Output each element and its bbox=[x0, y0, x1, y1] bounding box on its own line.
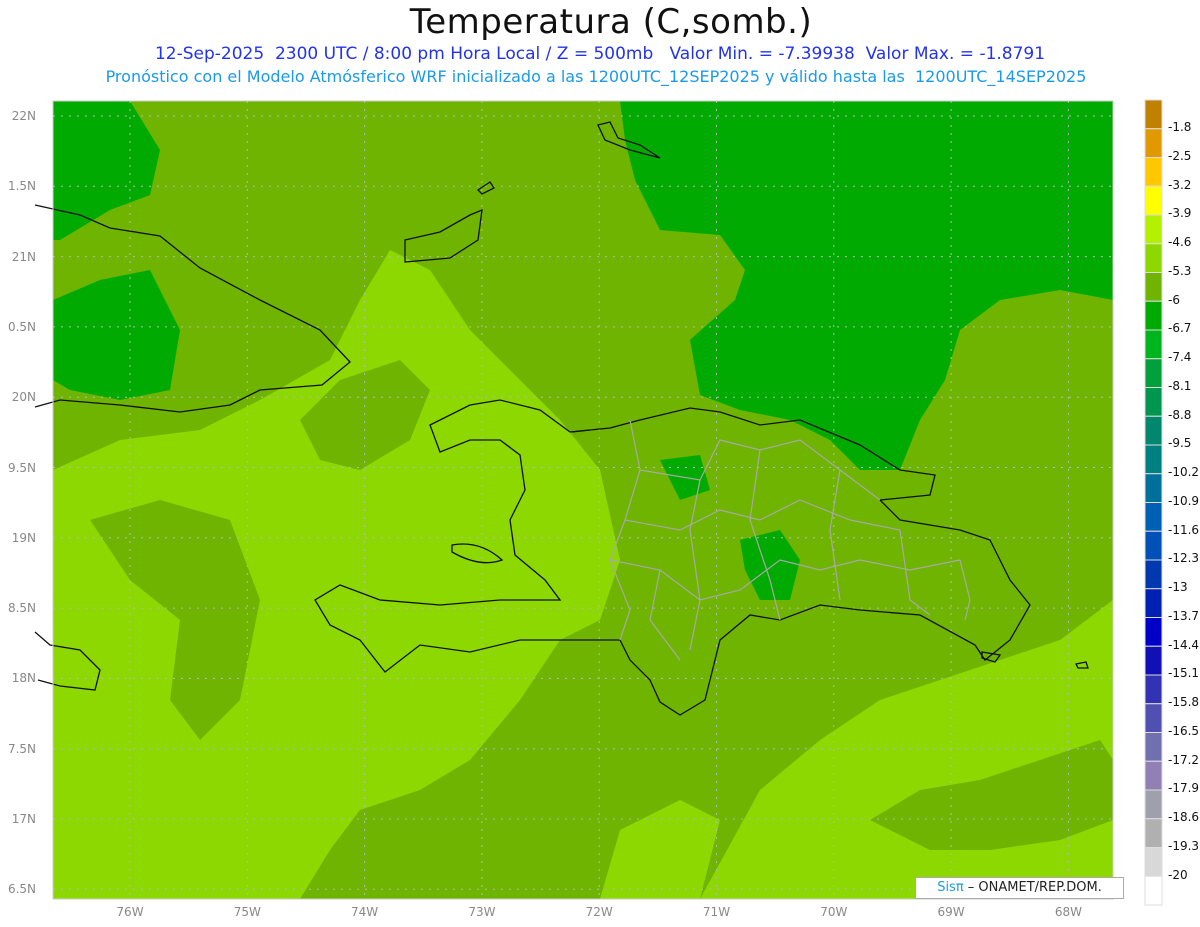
colorbar-swatch bbox=[1144, 674, 1163, 705]
lat-tick-label: 22N bbox=[11, 109, 36, 123]
lat-tick-label: 8.5N bbox=[7, 601, 36, 616]
colorbar-label: -3.2 bbox=[1168, 177, 1192, 192]
colorbar-label: -19.3 bbox=[1168, 838, 1200, 853]
colorbar-label: -2.5 bbox=[1168, 148, 1192, 163]
shaded-field bbox=[53, 101, 1113, 899]
colorbar-swatch bbox=[1144, 214, 1163, 245]
colorbar-swatch bbox=[1144, 387, 1163, 417]
colorbar-swatch bbox=[1144, 300, 1163, 331]
colorbar-label: -9.5 bbox=[1168, 436, 1192, 451]
colorbar-swatch bbox=[1144, 358, 1163, 388]
lon-tick-label: 76W bbox=[116, 905, 144, 919]
colorbar-label: -8.8 bbox=[1168, 407, 1192, 422]
colorbar-swatch bbox=[1144, 272, 1163, 302]
colorbar-swatch bbox=[1144, 99, 1163, 130]
lat-tick-label: 0.5N bbox=[7, 319, 36, 334]
lat-tick-label: 9.5N bbox=[7, 460, 36, 475]
colorbar-label: -17.9 bbox=[1168, 781, 1200, 796]
colorbar-label: -13.7 bbox=[1168, 608, 1200, 623]
colorbar-label: -3.9 bbox=[1168, 206, 1192, 221]
colorbar-swatch bbox=[1144, 415, 1163, 446]
colorbar-swatch bbox=[1144, 329, 1163, 360]
colorbar-label: -8.1 bbox=[1168, 378, 1192, 393]
colorbar-label: -10.2 bbox=[1168, 465, 1200, 479]
colorbar-swatch bbox=[1144, 128, 1163, 158]
colorbar-swatch bbox=[1144, 645, 1163, 676]
colorbar-swatch bbox=[1144, 732, 1163, 762]
colorbar-label: -15.1 bbox=[1168, 666, 1200, 681]
colorbar-swatch bbox=[1144, 847, 1163, 877]
colorbar-label: -13 bbox=[1168, 580, 1188, 594]
watermark-text: – ONAMET/REP.DOM. bbox=[963, 880, 1102, 895]
watermark-brand: Sisπ bbox=[937, 880, 964, 895]
lon-tick-label: 75W bbox=[233, 905, 261, 919]
lat-tick-label: 7.5N bbox=[7, 741, 36, 756]
colorbar-swatch bbox=[1144, 818, 1163, 848]
colorbar-swatch bbox=[1144, 760, 1163, 791]
colorbar-swatch bbox=[1144, 559, 1163, 590]
lat-tick-label: 17N bbox=[11, 812, 36, 826]
colorbar-swatch bbox=[1144, 789, 1163, 820]
lon-tick-label: 71W bbox=[702, 905, 731, 919]
colorbar-label: -4.6 bbox=[1168, 235, 1192, 249]
lon-tick-label: 74W bbox=[351, 905, 379, 919]
colorbar-swatch bbox=[1144, 875, 1163, 906]
temperature-map bbox=[34, 99, 1163, 906]
lon-tick-label: 70W bbox=[820, 905, 848, 919]
lon-tick-label: 69W bbox=[937, 905, 965, 919]
lat-tick-label: 1.5N bbox=[7, 179, 36, 194]
colorbar bbox=[1144, 99, 1163, 906]
lat-tick-label: 6.5N bbox=[7, 882, 36, 897]
colorbar-label: -15.8 bbox=[1168, 695, 1200, 709]
colorbar-label: -20 bbox=[1168, 867, 1188, 882]
colorbar-swatch bbox=[1144, 617, 1163, 647]
lat-tick-label: 19N bbox=[11, 530, 36, 545]
colorbar-swatch bbox=[1144, 530, 1163, 561]
colorbar-swatch bbox=[1144, 703, 1163, 733]
colorbar-label: -5.3 bbox=[1168, 263, 1192, 278]
lat-tick-label: 20N bbox=[11, 390, 36, 405]
lon-tick-label: 68W bbox=[1054, 905, 1082, 919]
colorbar-swatch bbox=[1144, 185, 1163, 216]
lon-tick-label: 72W bbox=[585, 905, 613, 919]
lat-tick-label: 18N bbox=[11, 671, 36, 686]
colorbar-swatch bbox=[1144, 473, 1163, 503]
colorbar-swatch bbox=[1144, 157, 1163, 187]
colorbar-swatch bbox=[1144, 502, 1163, 532]
colorbar-label: -16.5 bbox=[1168, 723, 1200, 738]
colorbar-label: -17.2 bbox=[1168, 752, 1200, 767]
colorbar-label: -12.3 bbox=[1168, 551, 1200, 566]
colorbar-label: -1.8 bbox=[1168, 120, 1192, 134]
colorbar-label: -6 bbox=[1168, 292, 1180, 307]
colorbar-swatch bbox=[1144, 444, 1163, 475]
colorbar-label: -14.4 bbox=[1168, 637, 1200, 652]
colorbar-label: -11.6 bbox=[1168, 522, 1200, 537]
colorbar-label: -18.6 bbox=[1168, 810, 1200, 824]
colorbar-swatch bbox=[1144, 243, 1163, 273]
lon-tick-label: 73W bbox=[468, 905, 496, 919]
watermark-box: Sisπ – ONAMET/REP.DOM. bbox=[915, 877, 1124, 899]
lat-tick-label: 21N bbox=[11, 249, 36, 264]
colorbar-label: -10.9 bbox=[1168, 493, 1200, 508]
colorbar-label: -6.7 bbox=[1168, 321, 1192, 336]
colorbar-swatch bbox=[1144, 588, 1163, 618]
colorbar-label: -7.4 bbox=[1168, 350, 1192, 364]
